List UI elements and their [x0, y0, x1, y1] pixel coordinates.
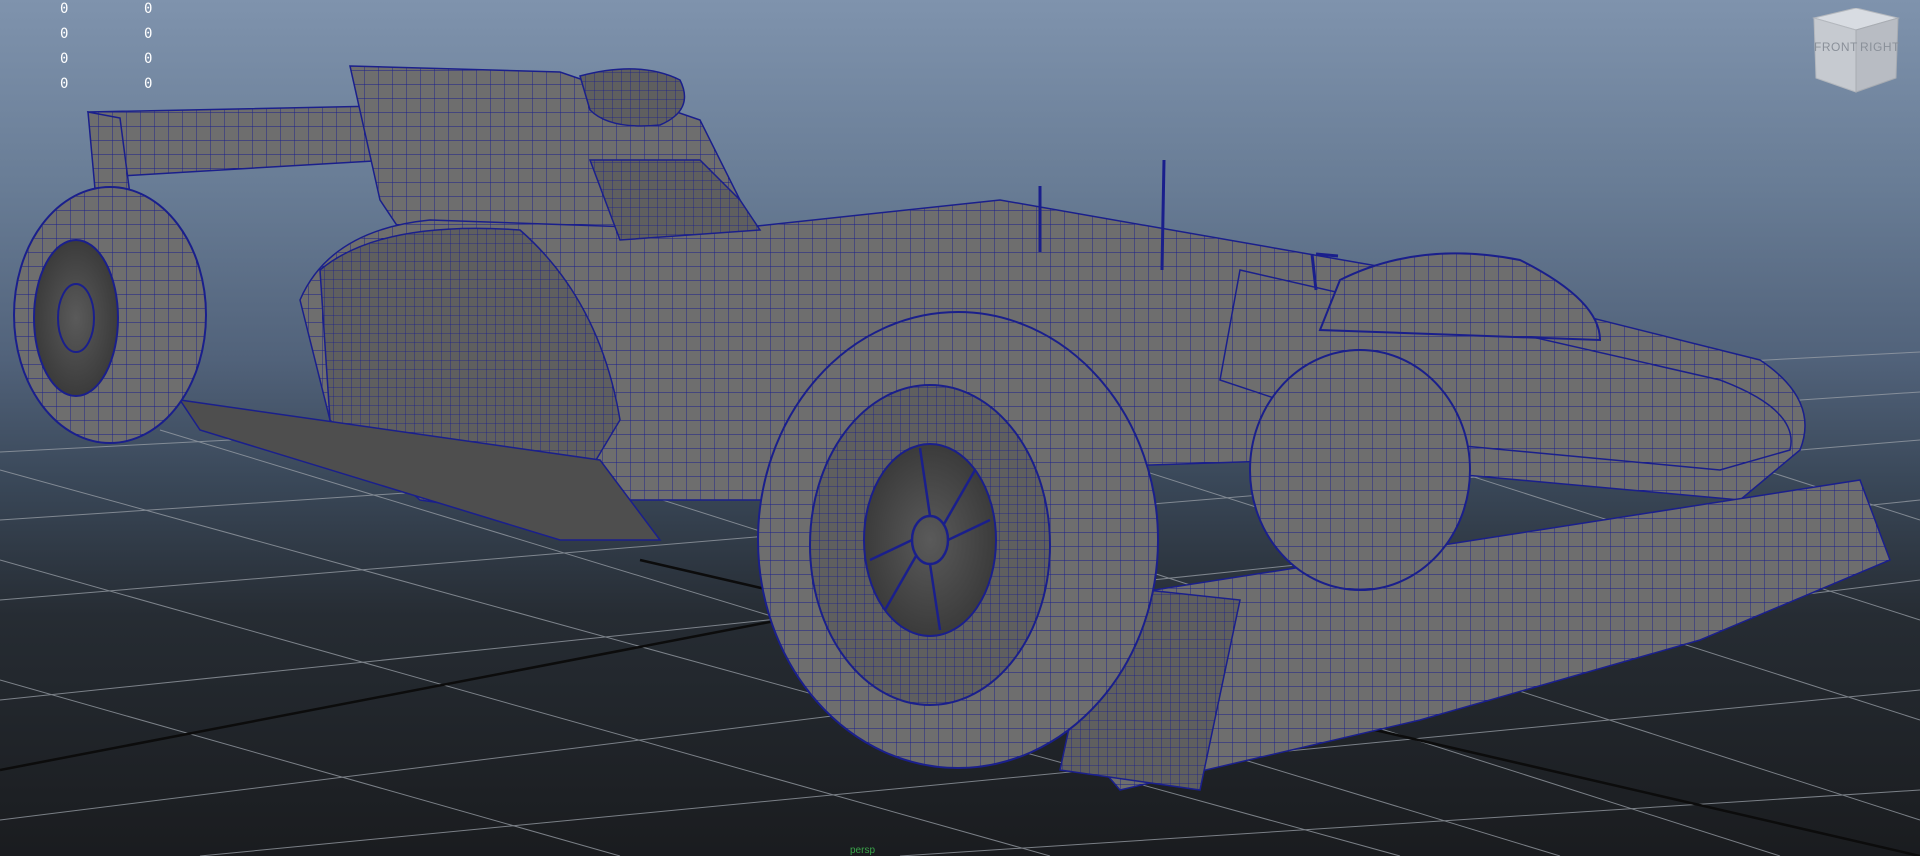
view-cube-right-face[interactable]: RIGHT [1860, 40, 1900, 54]
hud-value: 0 [60, 76, 69, 92]
hud-value: 0 [60, 1, 69, 17]
perspective-viewport[interactable]: 0 0 0 0 0 0 0 0 FRONT RIGHT persp [0, 0, 1920, 856]
hud-value: 0 [144, 1, 153, 17]
rear-wing[interactable] [86, 105, 391, 177]
antenna [1160, 159, 1166, 271]
scene-canvas[interactable] [0, 0, 1920, 856]
hud-value: 0 [144, 51, 153, 67]
view-cube-front-face[interactable]: FRONT [1814, 40, 1858, 54]
front-right-tire[interactable] [1249, 349, 1471, 591]
hud-value: 0 [144, 76, 153, 92]
grid-axis-line [0, 618, 781, 772]
cockpit[interactable] [588, 159, 762, 241]
hud-value: 0 [60, 26, 69, 42]
hud-value: 0 [60, 51, 69, 67]
camera-label: persp [850, 845, 876, 856]
view-cube[interactable]: FRONT RIGHT [1806, 7, 1906, 94]
hud-value: 0 [144, 26, 153, 42]
front-left-tire[interactable] [757, 311, 1159, 769]
f1-car-model[interactable] [13, 65, 1891, 791]
hud-counters: 0 0 0 0 0 0 0 0 [60, 0, 174, 93]
rear-left-tire[interactable] [13, 186, 207, 444]
